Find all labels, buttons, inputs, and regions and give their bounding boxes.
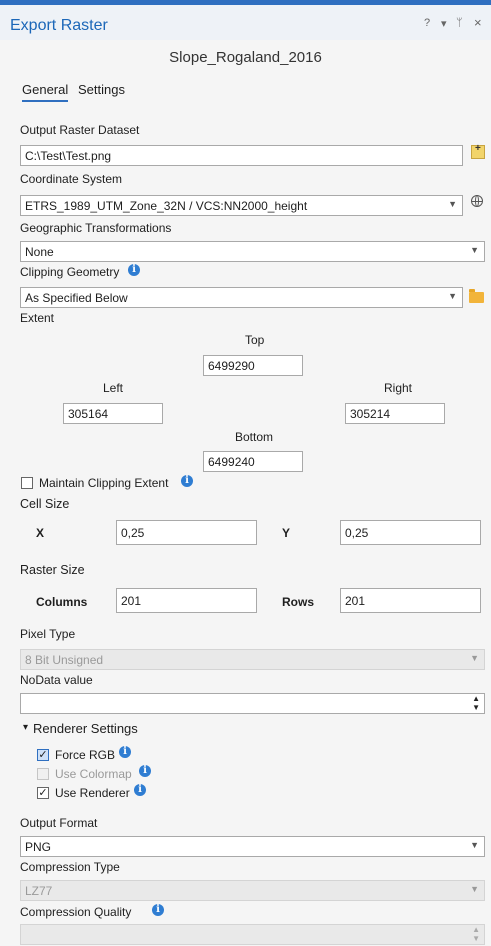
cell-size-x-value: 0,25 <box>121 526 145 540</box>
chevron-down-icon: ▼ <box>470 245 479 255</box>
info-icon[interactable]: i <box>181 475 193 487</box>
use-colormap-label: Use Colormap <box>55 767 132 781</box>
chevron-down-icon: ▼ <box>470 653 479 663</box>
compression-quality-input: ▲ ▼ <box>20 924 485 945</box>
window-title: Export Raster <box>10 17 108 34</box>
rows-value: 201 <box>345 594 366 608</box>
cell-size-y-label: Y <box>282 526 291 540</box>
close-button[interactable]: × <box>474 15 482 30</box>
columns-value: 201 <box>121 594 142 608</box>
force-rgb-checkbox[interactable]: ✓ <box>37 749 49 761</box>
output-raster-value: C:\Test\Test.png <box>25 149 112 163</box>
chevron-down-icon: ▼ <box>470 840 479 850</box>
extent-bottom-input[interactable]: 6499240 <box>203 451 303 472</box>
pixel-type-value: 8 Bit Unsigned <box>25 653 104 667</box>
cell-size-y-input[interactable]: 0,25 <box>340 520 481 545</box>
extent-left-label: Left <box>103 381 124 395</box>
help-button[interactable]: ? <box>424 17 430 29</box>
folder-icon[interactable] <box>469 289 484 303</box>
nodata-input[interactable]: ▲ ▼ <box>20 693 485 714</box>
collapse-chevron-icon[interactable]: ▾ <box>23 722 28 733</box>
spinner-icon[interactable]: ▲ ▼ <box>472 694 480 712</box>
compression-type-select: LZ77 ▼ <box>20 880 485 901</box>
coordinate-system-select[interactable]: ETRS_1989_UTM_Zone_32N / VCS:NN2000_heig… <box>20 195 463 216</box>
extent-bottom-value: 6499240 <box>208 455 255 469</box>
columns-input[interactable]: 201 <box>116 588 257 613</box>
geo-transformations-label: Geographic Transformations <box>20 221 172 235</box>
chevron-down-icon: ▼ <box>448 199 457 209</box>
extent-top-input[interactable]: 6499290 <box>203 355 303 376</box>
extent-top-label: Top <box>245 333 265 347</box>
columns-label: Columns <box>36 595 88 609</box>
maintain-clipping-checkbox[interactable] <box>21 477 33 489</box>
rows-input[interactable]: 201 <box>340 588 481 613</box>
tab-settings[interactable]: Settings <box>78 82 125 97</box>
output-format-value: PNG <box>25 840 52 854</box>
coordinate-system-label: Coordinate System <box>20 172 123 186</box>
compression-type-value: LZ77 <box>25 884 53 898</box>
info-icon[interactable]: i <box>152 904 164 916</box>
info-icon[interactable]: i <box>128 264 140 276</box>
output-format-select[interactable]: PNG ▼ <box>20 836 485 857</box>
use-renderer-label: Use Renderer <box>55 786 130 800</box>
compression-type-label: Compression Type <box>20 860 120 874</box>
use-renderer-checkbox[interactable]: ✓ <box>37 787 49 799</box>
title-bar: Export Raster ? ▾ ᛘ × <box>0 5 491 40</box>
raster-size-label: Raster Size <box>20 563 85 577</box>
spinner-icon: ▲ ▼ <box>472 925 480 943</box>
cell-size-x-label: X <box>36 526 45 540</box>
extent-left-input[interactable]: 305164 <box>63 403 163 424</box>
extent-right-label: Right <box>384 381 413 395</box>
use-colormap-checkbox <box>37 768 49 780</box>
nodata-label: NoData value <box>20 673 93 687</box>
options-menu-button[interactable]: ▾ <box>441 17 447 30</box>
geo-transformations-value: None <box>25 245 54 259</box>
force-rgb-label: Force RGB <box>55 748 116 762</box>
extent-left-value: 305164 <box>68 407 109 421</box>
pin-button[interactable]: ᛘ <box>456 17 463 29</box>
compression-quality-label: Compression Quality <box>20 905 132 919</box>
info-icon[interactable]: i <box>134 784 146 796</box>
cell-size-x-input[interactable]: 0,25 <box>116 520 257 545</box>
globe-icon[interactable] <box>471 195 483 207</box>
maintain-clipping-label: Maintain Clipping Extent <box>39 476 169 490</box>
cell-size-y-value: 0,25 <box>345 526 369 540</box>
cell-size-label: Cell Size <box>20 497 70 511</box>
output-raster-label: Output Raster Dataset <box>20 123 140 137</box>
tab-general[interactable]: General <box>22 82 69 102</box>
info-icon[interactable]: i <box>119 746 131 758</box>
chevron-down-icon: ▼ <box>448 291 457 301</box>
extent-bottom-label: Bottom <box>235 430 274 444</box>
add-file-icon[interactable]: + <box>471 143 485 159</box>
chevron-down-icon: ▼ <box>470 884 479 894</box>
extent-top-value: 6499290 <box>208 359 255 373</box>
extent-right-value: 305214 <box>350 407 391 421</box>
rows-label: Rows <box>282 595 315 609</box>
output-raster-input[interactable]: C:\Test\Test.png <box>20 145 463 166</box>
info-icon[interactable]: i <box>139 765 151 777</box>
renderer-settings-label[interactable]: Renderer Settings <box>33 721 138 736</box>
pixel-type-label: Pixel Type <box>20 627 76 641</box>
clipping-geometry-value: As Specified Below <box>25 291 128 305</box>
coordinate-system-value: ETRS_1989_UTM_Zone_32N / VCS:NN2000_heig… <box>25 199 308 213</box>
layer-name: Slope_Rogaland_2016 <box>169 49 322 66</box>
pixel-type-select: 8 Bit Unsigned ▼ <box>20 649 485 670</box>
geo-transformations-select[interactable]: None ▼ <box>20 241 485 262</box>
output-format-label: Output Format <box>20 816 98 830</box>
clipping-geometry-label: Clipping Geometry <box>20 265 120 279</box>
extent-label: Extent <box>20 311 55 325</box>
extent-right-input[interactable]: 305214 <box>345 403 445 424</box>
clipping-geometry-select[interactable]: As Specified Below ▼ <box>20 287 463 308</box>
